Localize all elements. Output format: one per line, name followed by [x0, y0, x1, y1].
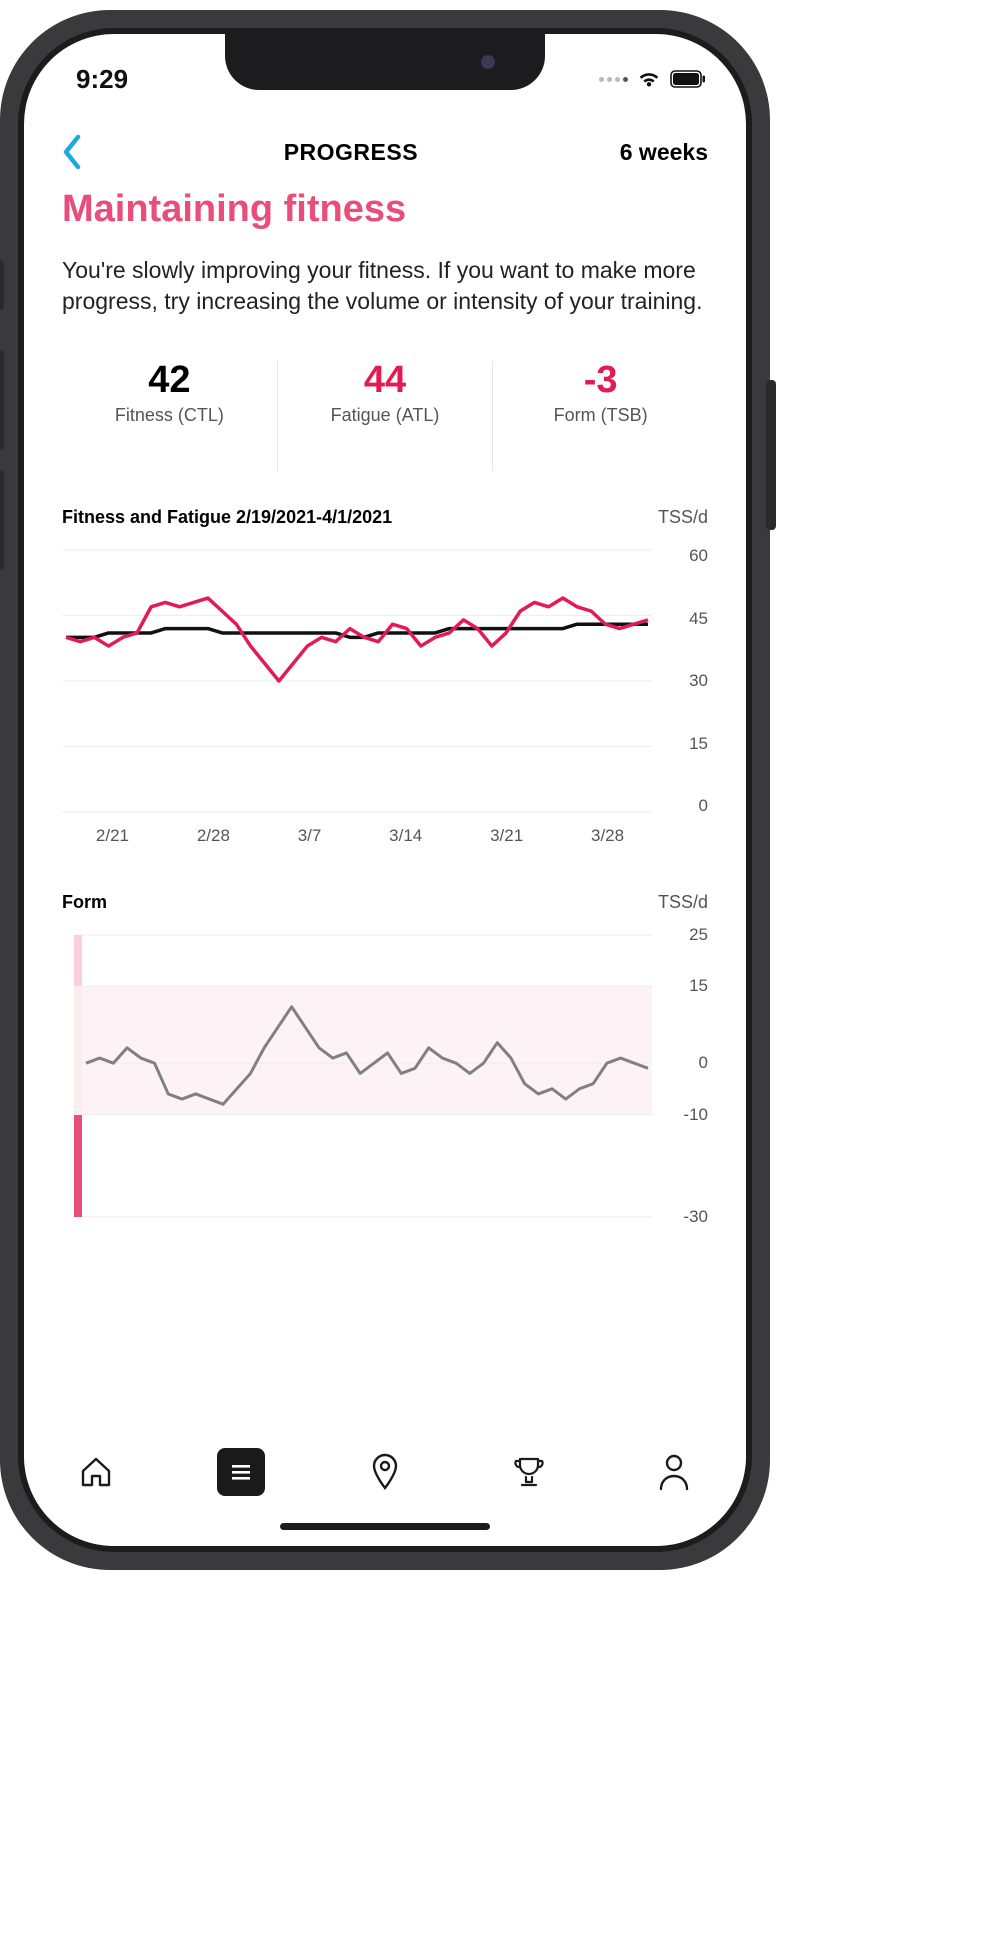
trophy-icon: [510, 1453, 548, 1491]
wifi-icon: [636, 69, 662, 89]
chart2-title: Form: [62, 892, 107, 913]
tab-home[interactable]: [72, 1448, 120, 1496]
chart-fitness-fatigue: Fitness and Fatigue 2/19/2021-4/1/2021 T…: [62, 507, 708, 856]
home-indicator[interactable]: [280, 1523, 490, 1530]
metric-fitness-value: 42: [148, 361, 190, 399]
chart1-y-axis: 60 45 30 15 0: [662, 546, 708, 816]
list-icon: [227, 1458, 255, 1486]
tab-progress[interactable]: [217, 1448, 265, 1496]
status-time: 9:29: [76, 64, 128, 95]
status-description: You're slowly improving your fitness. If…: [62, 255, 708, 317]
tab-location[interactable]: [361, 1448, 409, 1496]
user-icon: [657, 1453, 691, 1491]
power-button: [766, 380, 776, 530]
back-chevron-icon[interactable]: [62, 135, 82, 169]
metric-fitness-label: Fitness (CTL): [115, 405, 224, 426]
mute-switch: [0, 260, 4, 310]
chart2-y-axis: 01525-10-30: [662, 931, 708, 1221]
metric-fatigue-label: Fatigue (ATL): [331, 405, 440, 426]
screen: 9:29 PROGRESS 6 weeks Maintaining fitnes…: [24, 34, 746, 1546]
pin-icon: [367, 1452, 403, 1492]
chart2-unit: TSS/d: [658, 892, 708, 913]
page-content[interactable]: PROGRESS 6 weeks Maintaining fitness You…: [24, 114, 746, 1426]
metric-form: -3 Form (TSB): [492, 361, 708, 471]
metrics-row: 42 Fitness (CTL) 44 Fatigue (ATL) -3 For…: [62, 361, 708, 471]
chart1-title: Fitness and Fatigue 2/19/2021-4/1/2021: [62, 507, 392, 528]
metric-fatigue: 44 Fatigue (ATL): [277, 361, 493, 471]
metric-form-label: Form (TSB): [554, 405, 648, 426]
notch: [225, 34, 545, 90]
front-camera: [481, 55, 495, 69]
metric-fatigue-value: 44: [364, 361, 406, 399]
status-heading: Maintaining fitness: [62, 188, 708, 231]
chart1-unit: TSS/d: [658, 507, 708, 528]
chart2-band-indicator: [74, 931, 82, 1221]
home-icon: [78, 1454, 114, 1490]
tab-achievements[interactable]: [505, 1448, 553, 1496]
chart2-plot: [82, 931, 672, 1221]
tab-profile[interactable]: [650, 1448, 698, 1496]
chart1-x-axis: 2/21 2/28 3/7 3/14 3/21 3/28: [62, 826, 658, 856]
cell-signal-icon: [599, 77, 628, 82]
volume-down: [0, 470, 4, 570]
volume-up: [0, 350, 4, 450]
page-title: PROGRESS: [284, 139, 418, 166]
tab-bar: [24, 1426, 746, 1546]
chart-form: Form TSS/d 01525-10-30: [62, 892, 708, 1221]
range-selector[interactable]: 6 weeks: [620, 139, 708, 166]
metric-fitness: 42 Fitness (CTL): [62, 361, 277, 471]
metric-form-value: -3: [584, 361, 618, 399]
phone-frame: 9:29 PROGRESS 6 weeks Maintaining fitnes…: [0, 10, 770, 1570]
chart1-plot: [62, 546, 652, 816]
battery-icon: [670, 70, 706, 88]
